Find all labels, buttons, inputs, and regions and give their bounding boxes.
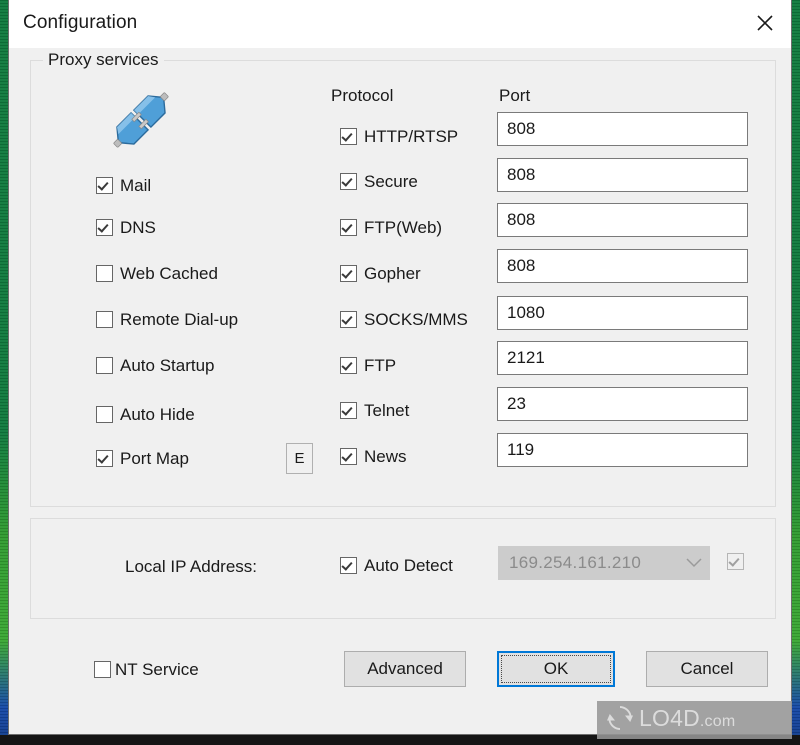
plug-connector-icon	[105, 88, 177, 152]
port-column-header: Port	[499, 86, 531, 105]
protocol-column-header: Protocol	[331, 86, 394, 105]
checkbox-box[interactable]	[340, 402, 357, 419]
chevron-down-icon	[679, 547, 709, 579]
cancel-button[interactable]: Cancel	[646, 651, 768, 687]
port-input-telnet[interactable]	[497, 387, 748, 421]
local-ip-address-dropdown[interactable]: 169.254.161.210	[498, 546, 710, 580]
checkbox-nt-service[interactable]: NT Service	[94, 661, 199, 678]
checkbox-ftp[interactable]: FTP	[340, 357, 396, 374]
checkbox-socks-mms[interactable]: SOCKS/MMS	[340, 311, 468, 328]
lo4d-watermark: LO4D.com	[597, 701, 792, 739]
refresh-arrows-icon	[607, 705, 633, 736]
checkbox-news[interactable]: News	[340, 448, 407, 465]
screen: Configuration Proxy services Protocol Po…	[0, 0, 800, 745]
checkbox-box[interactable]	[96, 219, 113, 236]
checkbox-web-cached[interactable]: Web Cached	[96, 265, 218, 282]
ok-button-label: OK	[543, 659, 569, 678]
checkbox-box[interactable]	[94, 661, 111, 678]
checkbox-box[interactable]	[340, 557, 357, 574]
checkbox-gopher[interactable]: Gopher	[340, 265, 421, 282]
checkbox-box[interactable]	[340, 265, 357, 282]
checkbox-dns[interactable]: DNS	[96, 219, 156, 236]
checkbox-box[interactable]	[96, 177, 113, 194]
checkbox-label: Mail	[120, 176, 152, 195]
close-icon[interactable]	[739, 0, 791, 46]
checkbox-label: Port Map	[120, 449, 189, 468]
port-input-gopher[interactable]	[497, 249, 748, 283]
checkbox-secure[interactable]: Secure	[340, 173, 418, 190]
checkbox-box[interactable]	[340, 357, 357, 374]
checkbox-box[interactable]	[340, 448, 357, 465]
checkbox-box[interactable]	[340, 128, 357, 145]
checkbox-label: SOCKS/MMS	[364, 310, 468, 329]
checkbox-box[interactable]	[340, 311, 357, 328]
checkbox-auto-startup[interactable]: Auto Startup	[96, 357, 215, 374]
checkbox-label: Web Cached	[120, 264, 218, 283]
checkbox-label: Secure	[364, 172, 418, 191]
checkbox-label: News	[364, 447, 407, 466]
checkbox-label: Auto Hide	[120, 405, 195, 424]
checkbox-ip-lock[interactable]	[727, 553, 744, 570]
checkbox-telnet[interactable]: Telnet	[340, 402, 409, 419]
checkbox-box[interactable]	[340, 219, 357, 236]
checkbox-box[interactable]	[727, 553, 744, 570]
checkbox-box[interactable]	[96, 311, 113, 328]
cancel-button-label: Cancel	[680, 659, 734, 678]
advanced-button[interactable]: Advanced	[344, 651, 466, 687]
port-input-ftp[interactable]	[497, 341, 748, 375]
checkbox-box[interactable]	[96, 406, 113, 423]
port-input-http-rtsp[interactable]	[497, 112, 748, 146]
checkbox-auto-hide[interactable]: Auto Hide	[96, 406, 195, 423]
checkbox-ftp-web[interactable]: FTP(Web)	[340, 219, 442, 236]
port-input-news[interactable]	[497, 433, 748, 467]
port-input-secure[interactable]	[497, 158, 748, 192]
checkbox-label: DNS	[120, 218, 156, 237]
local-ip-address-label: Local IP Address:	[125, 557, 257, 576]
checkbox-label: Auto Detect	[364, 556, 453, 575]
port-input-socks-mms[interactable]	[497, 296, 748, 330]
checkbox-label: Gopher	[364, 264, 421, 283]
checkbox-port-map[interactable]: Port Map	[96, 450, 189, 467]
checkbox-label: Remote Dial-up	[120, 310, 239, 329]
checkbox-label: HTTP/RTSP	[364, 127, 459, 146]
local-ip-address-value: 169.254.161.210	[509, 553, 642, 572]
proxy-services-legend: Proxy services	[43, 50, 164, 70]
checkbox-label: FTP(Web)	[364, 218, 443, 237]
checkbox-auto-detect[interactable]: Auto Detect	[340, 557, 453, 574]
checkbox-box[interactable]	[96, 265, 113, 282]
checkbox-box[interactable]	[96, 357, 113, 374]
port-map-edit-label: E	[294, 450, 305, 467]
advanced-button-label: Advanced	[367, 659, 443, 678]
watermark-text: LO4D.com	[639, 705, 736, 731]
checkbox-label: Auto Startup	[120, 356, 215, 375]
checkbox-label: FTP	[364, 356, 397, 375]
port-input-ftp-web[interactable]	[497, 203, 748, 237]
port-map-edit-button[interactable]: E	[286, 443, 313, 474]
checkbox-box[interactable]	[96, 450, 113, 467]
checkbox-mail[interactable]: Mail	[96, 177, 151, 194]
checkbox-remote-dial-up[interactable]: Remote Dial-up	[96, 311, 238, 328]
ok-button[interactable]: OK	[497, 651, 615, 687]
checkbox-label: NT Service	[115, 660, 199, 679]
checkbox-http-rtsp[interactable]: HTTP/RTSP	[340, 128, 458, 145]
checkbox-label: Telnet	[364, 401, 410, 420]
configuration-dialog: Configuration Proxy services Protocol Po…	[8, 0, 792, 735]
title-bar: Configuration	[9, 0, 791, 48]
window-title: Configuration	[23, 12, 138, 33]
checkbox-box[interactable]	[340, 173, 357, 190]
